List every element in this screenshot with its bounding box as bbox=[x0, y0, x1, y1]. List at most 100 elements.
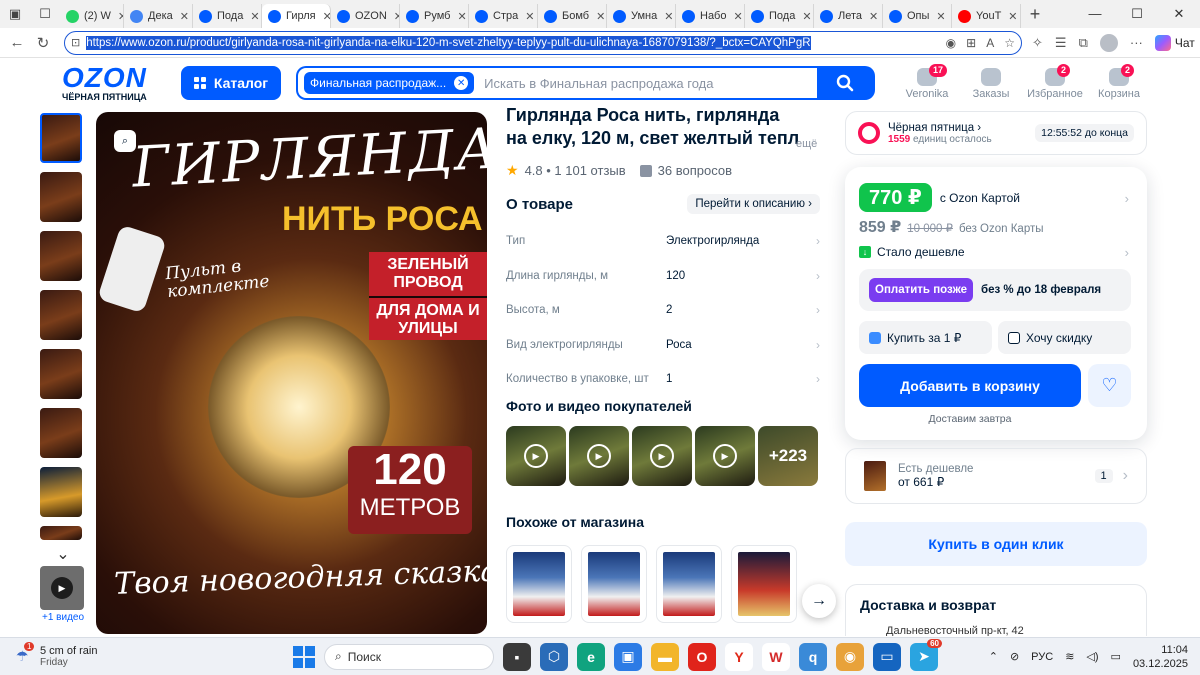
customer-video[interactable]: ▶ bbox=[506, 426, 566, 486]
browser-tab[interactable]: Румб ✕ bbox=[400, 4, 469, 28]
tab-close-icon[interactable]: ✕ bbox=[802, 10, 811, 23]
site-info-icon[interactable]: ⊡ bbox=[71, 36, 80, 49]
customer-video[interactable]: ▶ bbox=[569, 426, 629, 486]
thumbnail[interactable] bbox=[40, 290, 82, 340]
tab-actions-icon[interactable]: ☐ bbox=[30, 0, 60, 28]
thumbnail[interactable] bbox=[40, 172, 82, 222]
chevron-up-icon[interactable]: ⌃ bbox=[989, 650, 998, 663]
search-input[interactable]: Искать в Финальная распродажа года bbox=[484, 76, 713, 91]
chip-clear-icon[interactable]: ✕ bbox=[454, 76, 469, 90]
browser-tab[interactable]: Опы ✕ bbox=[883, 4, 952, 28]
similar-product-card[interactable] bbox=[731, 545, 797, 623]
buy-for-1-button[interactable]: Купить за 1 ₽ bbox=[859, 321, 992, 354]
spec-row[interactable]: Длина гирлянды, м 120 › bbox=[506, 259, 820, 294]
tab-close-icon[interactable]: ✕ bbox=[323, 10, 330, 23]
header-item[interactable]: Заказы bbox=[959, 64, 1023, 100]
copilot-button[interactable]: Чат bbox=[1154, 34, 1195, 51]
similar-product-card[interactable] bbox=[506, 545, 572, 623]
add-to-cart-button[interactable]: Добавить в корзину bbox=[859, 364, 1081, 407]
thumbnail[interactable] bbox=[40, 113, 82, 163]
chevron-right-icon[interactable]: › bbox=[1125, 245, 1129, 260]
title-more-link[interactable]: ещё bbox=[796, 138, 817, 150]
read-aloud-icon[interactable]: A bbox=[986, 36, 994, 50]
pay-later-button[interactable]: Оплатить позже bbox=[869, 278, 973, 302]
browser-tab[interactable]: YouT ✕ bbox=[952, 4, 1021, 28]
browser-tab[interactable]: OZON✕ bbox=[331, 4, 400, 28]
language-indicator[interactable]: РУС bbox=[1031, 651, 1053, 663]
maximize-icon[interactable]: ☐ bbox=[1116, 6, 1158, 22]
tab-close-icon[interactable]: ✕ bbox=[596, 10, 605, 23]
buy-one-click-button[interactable]: Купить в один клик bbox=[845, 522, 1147, 566]
catalog-button[interactable]: Каталог bbox=[181, 66, 281, 100]
back-icon[interactable]: ← bbox=[4, 34, 30, 51]
price-dropped-row[interactable]: ↓ Стало дешевле bbox=[859, 245, 965, 259]
wps-icon[interactable]: W bbox=[762, 642, 790, 671]
spec-row[interactable]: Вид электрогирлянды Роса › bbox=[506, 328, 820, 363]
start-icon[interactable] bbox=[293, 645, 315, 668]
tab-close-icon[interactable]: ✕ bbox=[869, 10, 878, 23]
thumbnail[interactable] bbox=[40, 231, 82, 281]
edge-icon[interactable]: e bbox=[577, 642, 605, 671]
delivery-address[interactable]: Дальневосточный пр-кт, 42 bbox=[860, 625, 1132, 636]
location-icon[interactable]: ◉ bbox=[946, 36, 956, 50]
cheaper-offers[interactable]: Есть дешевле от 661 ₽ 1 › bbox=[845, 448, 1147, 504]
browser-tab[interactable]: Набо ✕ bbox=[676, 4, 745, 28]
apps-icon[interactable]: ⊞ bbox=[966, 36, 976, 50]
chevron-right-icon[interactable]: › bbox=[1125, 191, 1129, 206]
product-main-image[interactable]: ГИРЛЯНДА ⌕ НИТЬ РОСА Пульт в комплекте З… bbox=[96, 112, 487, 634]
card-price-row[interactable]: 770 ₽ с Ozon Картой bbox=[859, 183, 1020, 212]
thumbnail[interactable] bbox=[40, 526, 82, 540]
telegram-icon[interactable]: ➤ 60 bbox=[910, 638, 942, 671]
rating-text[interactable]: 4.8 • 1 101 отзыв bbox=[525, 163, 626, 178]
battery-icon[interactable]: ▭ bbox=[1111, 650, 1121, 663]
tab-close-icon[interactable]: ✕ bbox=[250, 10, 259, 23]
browser-tab[interactable]: (2) W✕ bbox=[60, 4, 124, 28]
new-tab-button[interactable]: + bbox=[1021, 4, 1049, 25]
tab-close-icon[interactable]: ✕ bbox=[664, 10, 673, 23]
ozon-logo[interactable]: OZON ЧЁРНАЯ ПЯТНИЦА bbox=[62, 64, 147, 103]
reload-icon[interactable]: ↻ bbox=[30, 34, 56, 52]
spec-row[interactable]: Высота, м 2 › bbox=[506, 293, 820, 328]
browser-tab[interactable]: Дека ✕ bbox=[124, 4, 193, 28]
tab-close-icon[interactable]: ✕ bbox=[733, 10, 742, 23]
folder-icon[interactable]: ▬ bbox=[651, 642, 679, 671]
task-view-icon[interactable]: ▪ bbox=[503, 642, 531, 671]
thumbnail[interactable] bbox=[40, 408, 82, 458]
thumbnail[interactable] bbox=[40, 467, 82, 517]
header-item[interactable]: 2 Избранное bbox=[1023, 64, 1087, 100]
spec-row[interactable]: Количество в упаковке, шт 1 › bbox=[506, 362, 820, 397]
header-item[interactable]: 2 Корзина bbox=[1087, 64, 1151, 100]
want-discount-button[interactable]: Хочу скидку bbox=[998, 321, 1131, 354]
browser-tab[interactable]: Лета ✕ bbox=[814, 4, 883, 28]
similar-product-card[interactable] bbox=[581, 545, 647, 623]
go-to-description-button[interactable]: Перейти к описанию › bbox=[687, 194, 820, 214]
collections-icon[interactable]: ⧉ bbox=[1079, 35, 1088, 51]
black-friday-promo[interactable]: Чёрная пятница › 1559 единиц осталось 12… bbox=[845, 111, 1147, 155]
store-icon[interactable]: ▣ bbox=[614, 642, 642, 671]
search-button[interactable] bbox=[817, 68, 873, 98]
tab-close-icon[interactable]: ✕ bbox=[180, 10, 189, 23]
minimize-icon[interactable]: — bbox=[1074, 6, 1116, 22]
favorites-icon[interactable]: ☰ bbox=[1055, 35, 1067, 51]
yandex-icon[interactable]: Y bbox=[725, 642, 753, 671]
browser-tab[interactable]: Стра ✕ bbox=[469, 4, 538, 28]
network-off-icon[interactable]: ⊘ bbox=[1010, 650, 1019, 663]
browser-tab[interactable]: Пода ✕ bbox=[193, 4, 262, 28]
tab-close-icon[interactable]: ✕ bbox=[457, 10, 466, 23]
zoom-icon[interactable]: ⌕ bbox=[114, 130, 136, 152]
workspaces-icon[interactable]: ▣ bbox=[0, 0, 30, 28]
remote-desktop-icon[interactable]: ▭ bbox=[873, 642, 901, 671]
questions-link[interactable]: 36 вопросов bbox=[658, 163, 732, 178]
taskbar-search[interactable]: ⌕ Поиск bbox=[324, 643, 494, 670]
favorite-star-icon[interactable]: ☆ bbox=[1004, 36, 1015, 50]
more-icon[interactable]: ··· bbox=[1130, 35, 1143, 50]
customer-video[interactable]: ▶ bbox=[632, 426, 692, 486]
extensions-icon[interactable]: ✧ bbox=[1032, 35, 1043, 51]
similar-product-card[interactable] bbox=[656, 545, 722, 623]
tab-close-icon[interactable]: ✕ bbox=[936, 10, 945, 23]
heart-icon[interactable]: ♡ bbox=[1088, 364, 1131, 407]
chevron-down-icon[interactable]: ⌄ bbox=[40, 544, 86, 564]
tab-close-icon[interactable]: ✕ bbox=[1008, 10, 1017, 23]
profile-avatar[interactable] bbox=[1099, 33, 1118, 52]
app-icon[interactable]: q bbox=[799, 642, 827, 671]
